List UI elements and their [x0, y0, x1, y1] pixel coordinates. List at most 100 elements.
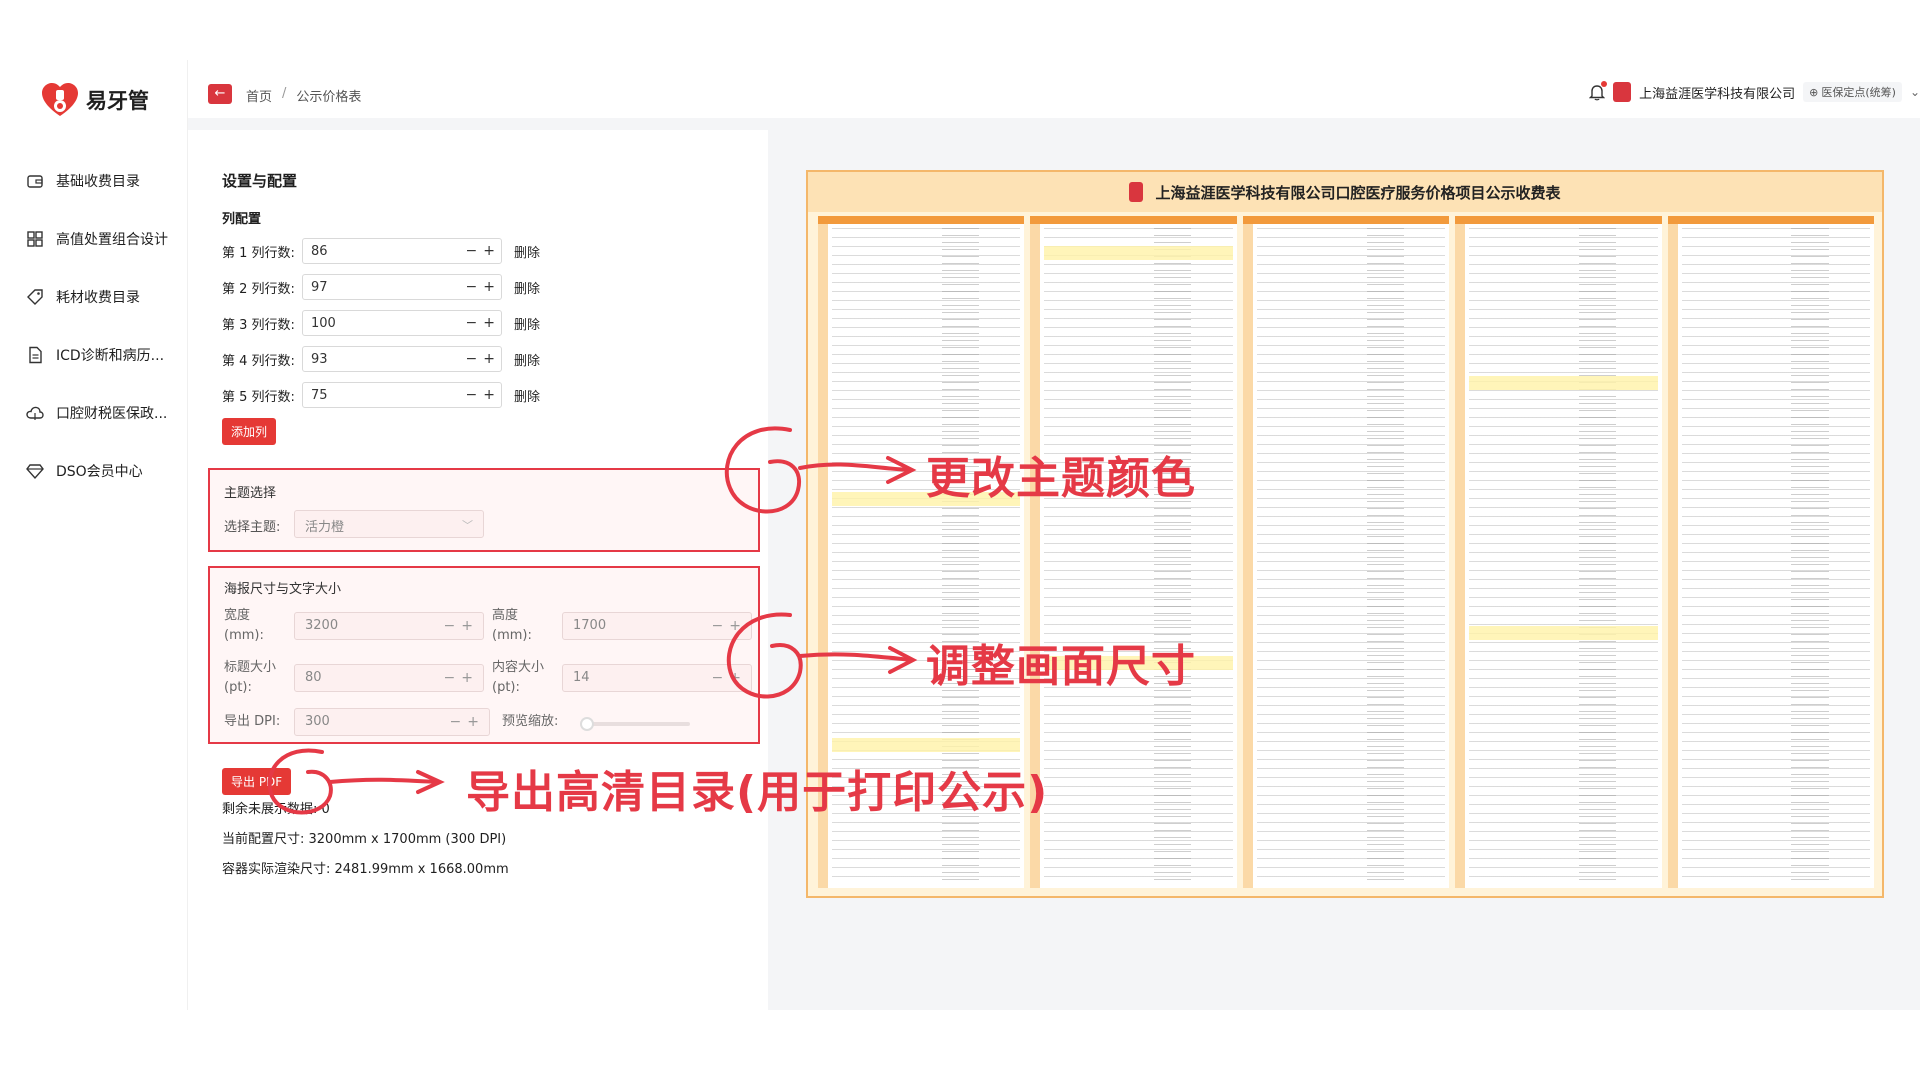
minus-icon[interactable]: − [444, 670, 456, 686]
dpi-input[interactable]: 300 − + [294, 708, 490, 736]
delete-column-button[interactable]: 删除 [514, 278, 540, 297]
column-label: 第 3 列行数: [222, 317, 295, 333]
poster-size-section: 海报尺寸与文字大小 宽度 (mm): 3200 − + 高度 (mm): 1700… [208, 566, 760, 744]
column-rows-input[interactable]: 93 − + [302, 346, 502, 372]
poster-column-category-strip [1667, 224, 1678, 888]
poster-highlight-row [1469, 626, 1658, 640]
app-root: 易牙管 基础收费目录 高值处置组合设计 耗材收费目录 ICD诊断和病历... 口… [0, 0, 1920, 1080]
zoom-slider-handle[interactable] [580, 717, 594, 731]
plus-icon[interactable]: + [729, 618, 741, 634]
dpi-value: 300 [305, 714, 330, 729]
plus-icon[interactable]: + [467, 714, 479, 730]
minus-icon[interactable]: − [712, 670, 724, 686]
sidebar-item-basic-fees[interactable]: 基础收费目录 [0, 152, 188, 210]
delete-column-button[interactable]: 删除 [514, 242, 540, 261]
plus-icon[interactable]: + [483, 279, 495, 295]
column-rows-value: 93 [311, 351, 328, 367]
width-label: 宽度 (mm): [224, 608, 264, 643]
theme-select[interactable]: 活力橙 ﹀ [294, 510, 484, 538]
breadcrumb-home[interactable]: 首页 [246, 86, 272, 105]
remaining-data-text: 剩余未展示数据: 0 [222, 802, 330, 817]
column-row-5: 第 5 列行数: 75 − + 删除 [222, 382, 540, 408]
dpi-label: 导出 DPI: [224, 714, 281, 729]
poster-column-price-rows [1791, 228, 1829, 884]
poster-column-price-rows [1366, 228, 1404, 884]
brand-logo[interactable]: 易牙管 [40, 82, 149, 118]
sidebar-item-consumables[interactable]: 耗材收费目录 [0, 268, 188, 326]
sidebar-item-label: 基础收费目录 [56, 174, 140, 190]
poster-size-title: 海报尺寸与文字大小 [224, 582, 342, 597]
add-column-button[interactable]: 添加列 [222, 418, 277, 445]
column-rows-input[interactable]: 100 − + [302, 310, 502, 336]
column-row-2: 第 2 列行数: 97 − + 删除 [222, 274, 540, 300]
poster-column-rows [1256, 228, 1446, 884]
export-pdf-button[interactable]: 导出 PDF [222, 768, 292, 795]
column-rows-input[interactable]: 86 − + [302, 238, 502, 264]
poster-column-header [1667, 216, 1875, 224]
minus-icon[interactable]: − [466, 243, 478, 259]
poster-column [1455, 216, 1662, 888]
poster-highlight-row [1044, 246, 1233, 260]
minus-icon[interactable]: − [712, 618, 724, 634]
height-value: 1700 [573, 618, 607, 633]
poster-column [1242, 216, 1450, 888]
title-size-label: 标题大小 (pt): [224, 660, 277, 695]
sidebar-item-dso-member[interactable]: DSO会员中心 [0, 442, 188, 500]
chevron-down-icon[interactable]: ⌄ [1910, 85, 1920, 99]
column-rows-input[interactable]: 97 − + [302, 274, 502, 300]
column-rows-value: 86 [311, 243, 328, 259]
poster-column-category-strip [1242, 224, 1253, 888]
theme-section-title: 主题选择 [224, 486, 277, 501]
delete-column-button[interactable]: 删除 [514, 314, 540, 333]
column-rows-value: 75 [311, 387, 328, 403]
minus-icon[interactable]: − [466, 315, 478, 331]
insurance-tag-label: 医保定点(统筹) [1821, 86, 1896, 99]
sidebar-item-high-value-combo[interactable]: 高值处置组合设计 [0, 210, 188, 268]
poster-header: 上海益涯医学科技有限公司口腔医疗服务价格项目公示收费表 [808, 172, 1882, 212]
annotation-adjust-size: 调整画面尺寸 [926, 641, 1196, 692]
render-size-text: 容器实际渲染尺寸: 2481.99mm x 1668.00mm [222, 862, 509, 877]
title-size-value: 80 [305, 670, 322, 685]
sidebar-item-label: DSO会员中心 [56, 464, 143, 480]
poster-column-header [1455, 216, 1662, 224]
delete-column-button[interactable]: 删除 [514, 350, 540, 369]
notification-bell-icon[interactable] [1588, 81, 1608, 101]
header-right: 上海益涯医学科技有限公司 ⊕ 医保定点(统筹) ⌄ [1588, 81, 1920, 102]
column-rows-input[interactable]: 75 − + [302, 382, 502, 408]
notification-dot [1601, 81, 1608, 87]
plus-icon[interactable]: + [483, 387, 495, 403]
content-size-input[interactable]: 14 − + [562, 664, 752, 692]
diamond-icon [26, 464, 44, 480]
sidebar-item-label: 口腔财税医保政... [56, 406, 168, 422]
company-name[interactable]: 上海益涯医学科技有限公司 [1639, 83, 1795, 102]
breadcrumb: 首页 / 公示价格表 [246, 86, 361, 105]
minus-icon[interactable]: − [444, 618, 456, 634]
height-input[interactable]: 1700 − + [562, 612, 752, 640]
plus-icon[interactable]: + [729, 670, 741, 686]
plus-icon[interactable]: + [483, 351, 495, 367]
content-size-value: 14 [573, 670, 590, 685]
width-input[interactable]: 3200 − + [294, 612, 484, 640]
width-value: 3200 [305, 618, 339, 633]
plus-icon[interactable]: + [461, 618, 473, 634]
minus-icon[interactable]: − [450, 714, 462, 730]
plus-icon[interactable]: + [461, 670, 473, 686]
minus-icon[interactable]: − [466, 387, 478, 403]
plus-icon[interactable]: + [483, 243, 495, 259]
poster-highlight-row [832, 738, 1021, 752]
height-label: 高度 (mm): [492, 608, 532, 643]
poster-column [1030, 216, 1237, 888]
sidebar-item-tax-policy[interactable]: 口腔财税医保政... [0, 384, 188, 442]
delete-column-button[interactable]: 删除 [514, 386, 540, 405]
sidebar-item-icd[interactable]: ICD诊断和病历... [0, 326, 188, 384]
plus-icon[interactable]: + [483, 315, 495, 331]
chevron-down-icon: ﹀ [462, 519, 473, 532]
title-size-input[interactable]: 80 − + [294, 664, 484, 692]
poster-column-rows [1681, 228, 1871, 884]
minus-icon[interactable]: − [466, 351, 478, 367]
company-logo-icon [1129, 182, 1144, 202]
breadcrumb-separator: / [282, 86, 287, 101]
minus-icon[interactable]: − [466, 279, 478, 295]
back-button[interactable]: ← [208, 84, 232, 104]
zoom-slider[interactable] [580, 717, 690, 731]
